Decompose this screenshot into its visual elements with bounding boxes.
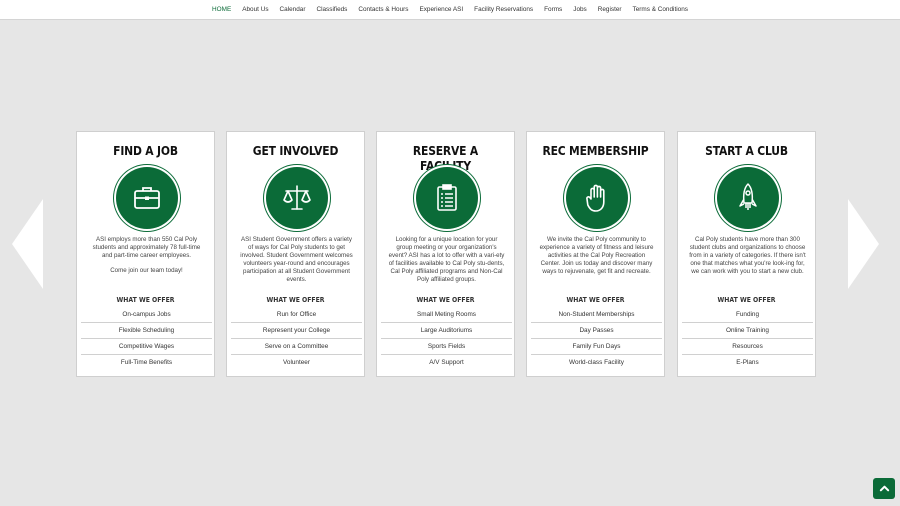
card-find-a-job: FIND A JOB ASI employs more than 550 Cal… [76, 131, 215, 377]
offer-item[interactable]: Full-Time Benefits [81, 355, 212, 371]
offer-item[interactable]: Flexible Scheduling [81, 323, 212, 339]
description-paragraph: ASI Student Government offers a variety … [240, 236, 353, 283]
offer-item[interactable]: Serve on a Committee [231, 339, 362, 355]
offer-item[interactable]: Competitive Wages [81, 339, 212, 355]
card-title: FIND A JOB [113, 143, 178, 158]
offer-heading: WHAT WE OFFER [416, 296, 475, 304]
clipboard-icon [416, 167, 478, 229]
nav-register[interactable]: Register [592, 6, 627, 13]
offer-list: Small Meting Rooms Large Auditoriums Spo… [381, 307, 512, 371]
nav-home[interactable]: HOME [207, 6, 237, 13]
offer-item[interactable]: On-campus Jobs [81, 307, 212, 323]
chevron-right-icon[interactable] [848, 199, 879, 289]
card-title: GET INVOLVED [252, 143, 339, 158]
offer-list: Non-Student Memberships Day Passes Famil… [531, 307, 662, 371]
scroll-to-top-button[interactable] [873, 478, 895, 499]
offer-heading: WHAT WE OFFER [266, 296, 325, 304]
card-description: Looking for a unique location for your g… [388, 236, 505, 283]
offer-item[interactable]: Online Training [682, 323, 813, 339]
card-description: ASI employs more than 550 Cal Poly stude… [88, 236, 205, 275]
offer-item[interactable]: Volunteer [231, 355, 362, 371]
description-paragraph: ASI employs more than 550 Cal Poly stude… [92, 236, 201, 259]
card-rec-membership: REC MEMBERSHIP We invite the Cal Poly co… [526, 131, 665, 377]
scales-icon [266, 167, 328, 229]
offer-item[interactable]: E-Plans [682, 355, 813, 371]
chevron-left-icon[interactable] [12, 199, 43, 289]
offer-item[interactable]: Non-Student Memberships [531, 307, 662, 323]
offer-heading: WHAT WE OFFER [717, 296, 776, 304]
card-description: Cal Poly students have more than 300 stu… [689, 236, 806, 276]
description-paragraph: Looking for a unique location for your g… [388, 236, 505, 283]
offer-item[interactable]: Sports Fields [381, 339, 512, 355]
offer-list: Funding Online Training Resources E-Plan… [682, 307, 813, 371]
nav-classifieds[interactable]: Classifieds [311, 6, 353, 13]
briefcase-icon [116, 167, 178, 229]
offer-item[interactable]: Family Fun Days [531, 339, 662, 355]
card-description: We invite the Cal Poly community to expe… [538, 236, 655, 276]
nav-jobs[interactable]: Jobs [568, 6, 593, 13]
chevron-up-icon [879, 485, 889, 492]
card-title: START A CLUB [705, 143, 788, 158]
card-start-a-club: START A CLUB Cal Poly students have more… [677, 131, 816, 377]
offer-item[interactable]: Large Auditoriums [381, 323, 512, 339]
hand-icon [566, 167, 628, 229]
offer-heading: WHAT WE OFFER [566, 296, 625, 304]
rocket-icon [717, 167, 779, 229]
offer-item[interactable]: Run for Office [231, 307, 362, 323]
card-title: REC MEMBERSHIP [542, 143, 649, 158]
nav-forms[interactable]: Forms [539, 6, 568, 13]
offer-heading: WHAT WE OFFER [116, 296, 175, 304]
offer-item[interactable]: Funding [682, 307, 813, 323]
offer-item[interactable]: A/V Support [381, 355, 512, 371]
offer-item[interactable]: Day Passes [531, 323, 662, 339]
nav-facility-reservations[interactable]: Facility Reservations [469, 6, 539, 13]
offer-item[interactable]: World-class Facility [531, 355, 662, 371]
card-get-involved: GET INVOLVED ASI Student Government offe… [226, 131, 365, 377]
description-paragraph: We invite the Cal Poly community to expe… [539, 236, 654, 275]
description-paragraph: Come join our team today! [110, 266, 183, 274]
top-navigation: HOME About Us Calendar Classifieds Conta… [0, 0, 900, 20]
nav-contacts-hours[interactable]: Contacts & Hours [353, 6, 414, 13]
offer-item[interactable]: Resources [682, 339, 813, 355]
offer-item[interactable]: Represent your College [231, 323, 362, 339]
offer-item[interactable]: Small Meting Rooms [381, 307, 512, 323]
card-reserve-a-facility: RESERVE A FACILITY Looking for a unique … [376, 131, 515, 377]
description-paragraph: Cal Poly students have more than 300 stu… [689, 236, 806, 275]
nav-calendar[interactable]: Calendar [274, 6, 311, 13]
offer-list: Run for Office Represent your College Se… [231, 307, 362, 371]
nav-terms-conditions[interactable]: Terms & Conditions [627, 6, 693, 13]
offer-list: On-campus Jobs Flexible Scheduling Compe… [81, 307, 212, 371]
nav-experience-asi[interactable]: Experience ASI [414, 6, 469, 13]
nav-about-us[interactable]: About Us [237, 6, 274, 13]
card-description: ASI Student Government offers a variety … [238, 236, 355, 283]
